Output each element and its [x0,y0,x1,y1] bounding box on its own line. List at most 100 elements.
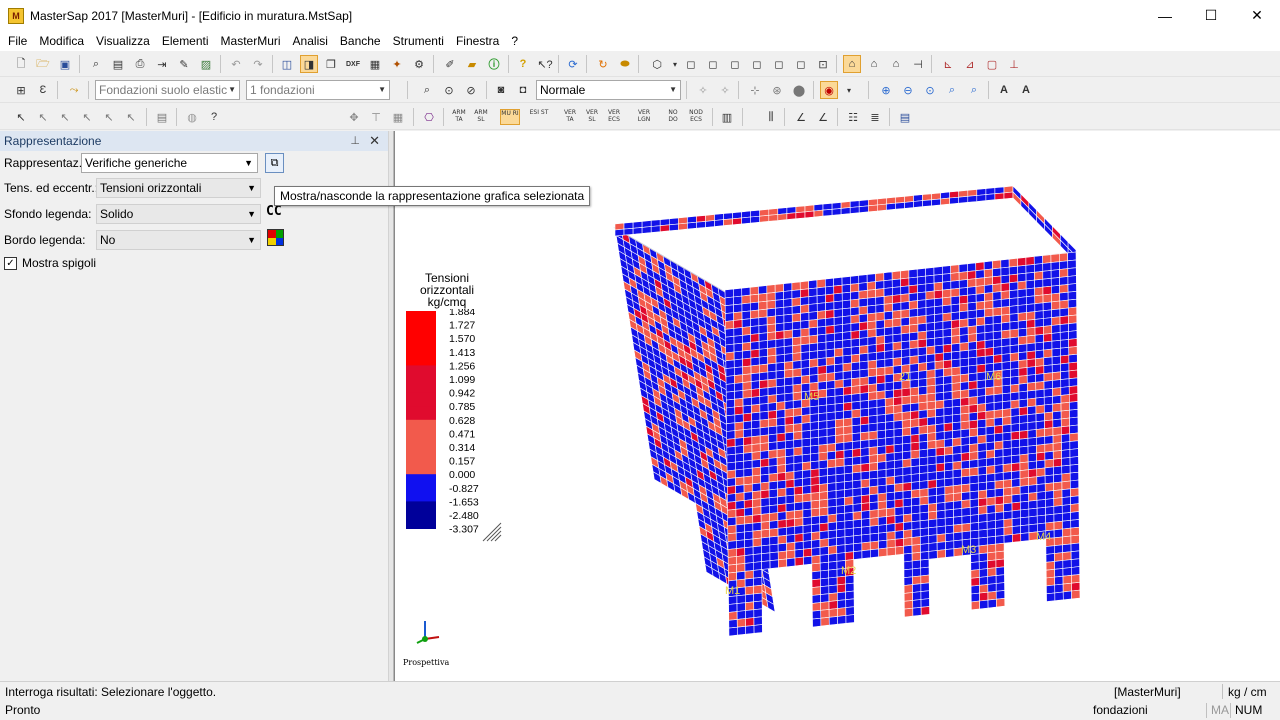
top-rim-back[interactable] [614,185,1014,237]
layer-icon[interactable]: Ɛ [34,81,52,99]
folder-icon[interactable]: ▰ [463,55,481,73]
menu-finestra[interactable]: Finestra [450,31,505,51]
representation-window-icon[interactable]: ◨ [300,55,318,73]
menu-elementi[interactable]: Elementi [156,31,215,51]
section-icon[interactable]: ⊣ [909,55,927,73]
grid-icon[interactable]: ▦ [389,108,407,126]
menu-modifica[interactable]: Modifica [33,31,90,51]
multi-window-icon[interactable]: ❐ [322,55,340,73]
minimize-button[interactable]: — [1142,0,1188,31]
light-icon[interactable]: ✧ [694,81,712,99]
zoom-previous-icon[interactable]: ⌕ [965,81,983,99]
view-right-icon[interactable]: ◻ [748,55,766,73]
zoom-out-icon[interactable]: ⊖ [899,81,917,99]
view-top-icon[interactable]: ◻ [770,55,788,73]
front-wall[interactable] [724,251,1081,637]
angle2-icon[interactable]: ∠ [814,108,832,126]
align-icon[interactable]: ⊤ [367,108,385,126]
pin-icon[interactable]: ⊥ [350,134,360,147]
maximize-button[interactable]: ☐ [1188,0,1234,31]
help-icon[interactable]: ? [514,55,532,73]
toggle-muri[interactable]: MU RI [500,109,520,125]
view-mode-combo[interactable]: Normale ▼ [536,80,681,100]
export-icon[interactable]: ⇥ [153,55,171,73]
bars-icon[interactable]: ⫼ [762,108,780,126]
node-icon[interactable]: ⊹ [746,81,764,99]
undo-icon[interactable]: ↶ [227,55,245,73]
text-decrease-icon[interactable]: A [1017,81,1035,99]
bordo-select[interactable]: No ▼ [96,230,261,250]
render-solid-icon[interactable]: ⌂ [843,55,861,73]
view-left-icon[interactable]: ◻ [726,55,744,73]
menu-analisi[interactable]: Analisi [287,31,334,51]
toggle-nodo[interactable]: NO DO [663,109,683,125]
view-back-icon[interactable]: ◻ [704,55,722,73]
angle-icon[interactable]: ∠ [792,108,810,126]
select-cross-icon[interactable]: ↖ [78,108,96,126]
toggle-esist[interactable]: ESI ST [529,109,549,125]
context-help-icon[interactable]: ↖? [536,55,554,73]
menu-help[interactable]: ? [505,31,524,51]
toggle-ver-sl[interactable]: VER SL [582,109,602,125]
view-fit-icon[interactable]: ⊡ [814,55,832,73]
rotate-icon[interactable]: ↻ [594,55,612,73]
panel-close-icon[interactable]: ✕ [369,133,380,149]
menu-banche[interactable]: Banche [334,31,387,51]
menu-file[interactable]: File [2,31,33,51]
model-viewport[interactable]: Tensioni orizzontali kg/cmq 1.884 1.727 1.… [394,131,1280,681]
color-palette-icon[interactable] [267,229,284,246]
close-button[interactable]: ✕ [1234,0,1280,31]
mostra-spigoli-checkbox[interactable]: ✓ Mostra spigoli [4,256,96,270]
loads-icon[interactable]: ⊿ [961,55,979,73]
rappresentazione-select[interactable]: Verifiche generiche ▼ [81,153,258,173]
model-icon[interactable]: ⊞ [12,81,30,99]
query-icon[interactable]: ⌕ [418,81,436,99]
camera-icon[interactable]: ◙ [492,81,510,99]
open-folder-icon[interactable]: 🗁 [34,55,52,73]
tools-icon[interactable]: ✦ [388,55,406,73]
zoom-window-icon[interactable]: ⊙ [921,81,939,99]
foundation-type-combo[interactable]: Fondazioni suolo elastic ▼ [95,80,240,100]
toggle-ver-ta[interactable]: VER TA [560,109,580,125]
menu-visualizza[interactable]: Visualizza [90,31,156,51]
selection-tool-icon[interactable]: ⤳ [65,81,83,99]
render-wire-icon[interactable]: ⌂ [865,55,883,73]
pan-icon[interactable]: ⬬ [616,55,634,73]
toggle-arm-sl[interactable]: ARM SL [471,109,491,125]
masonry-icon[interactable]: ⎔ [420,108,438,126]
light2-icon[interactable]: ✧ [716,81,734,99]
pick-icon[interactable]: ⊙ [440,81,458,99]
menu-mastermuri[interactable]: MasterMuri [215,31,287,51]
color-map-dropdown-icon[interactable]: ▾ [840,81,858,99]
print-icon[interactable]: ⎙ [131,55,149,73]
legend-icon[interactable]: ▤ [896,108,914,126]
question-icon[interactable]: ? [205,108,223,126]
pen-icon[interactable]: ✎ [175,55,193,73]
new-file-icon[interactable]: 🗋 [12,55,30,73]
toggle-nod-ecs[interactable]: NOD ECS [686,109,706,125]
column-icon[interactable]: ▥ [718,108,736,126]
toggle-representation-button[interactable]: ⧉ [265,153,284,173]
table-icon[interactable]: ▤ [153,108,171,126]
top-rim-right[interactable] [1012,185,1077,263]
view-front-icon[interactable]: ◻ [682,55,700,73]
view-bottom-icon[interactable]: ◻ [792,55,810,73]
select-group-icon[interactable]: ↖ [122,108,140,126]
menu-strumenti[interactable]: Strumenti [387,31,450,51]
color-map-icon[interactable]: ◉ [820,81,838,99]
report2-icon[interactable]: ≣ [866,108,884,126]
foundation-count-combo[interactable]: 1 fondazioni ▼ [246,80,390,100]
redo-icon[interactable]: ↷ [249,55,267,73]
cc-label[interactable]: CC [266,204,282,219]
app-icon[interactable]: M [8,7,24,24]
help-circle-icon[interactable]: ◍ [183,108,201,126]
window-icon[interactable]: ◫ [278,55,296,73]
settings-icon[interactable]: ⚙ [410,55,428,73]
report-icon[interactable]: ▦ [366,55,384,73]
print-preview-icon[interactable]: ▤ [109,55,127,73]
list-icon[interactable]: ⊘ [462,81,480,99]
beam-icon[interactable]: ⊛ [768,81,786,99]
constraints-icon[interactable]: ▢ [983,55,1001,73]
toggle-arm-ta[interactable]: ARM TA [449,109,469,125]
building-model[interactable]: M5 M6 M2 M3 M4 M1 21 [395,131,1280,681]
